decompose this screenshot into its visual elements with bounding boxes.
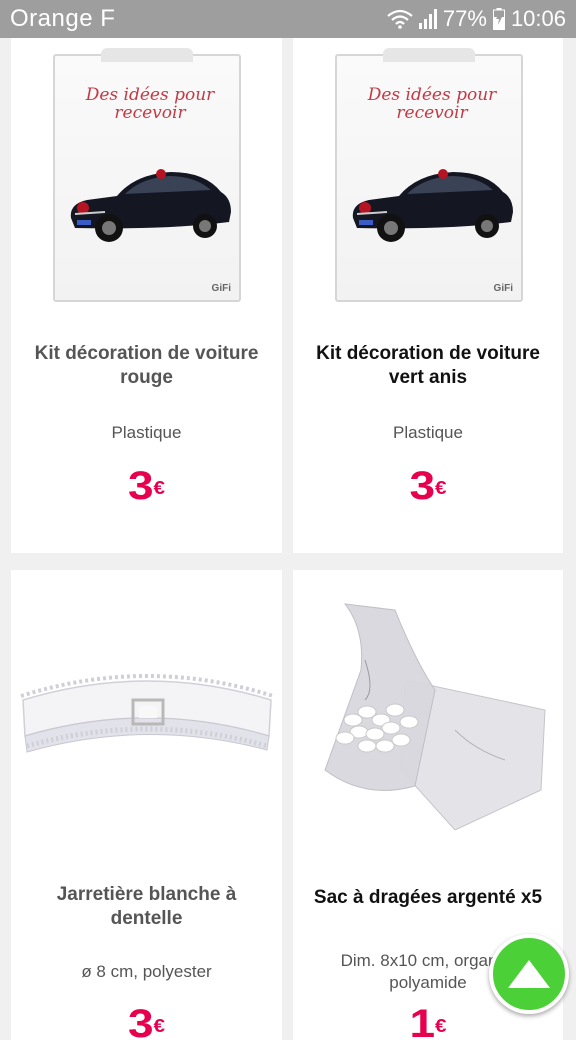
scroll-to-top-button[interactable] bbox=[489, 934, 569, 1014]
product-image: Des idées pour recevoir GiFi bbox=[53, 48, 241, 302]
currency-symbol: € bbox=[153, 478, 166, 498]
brand-logo: GiFi bbox=[493, 283, 513, 294]
status-bar: Orange F 77% 10:06 bbox=[0, 0, 576, 38]
package-logo-text: Des idées pour recevoir bbox=[367, 85, 497, 123]
car-picture bbox=[70, 169, 231, 242]
product-material: Plastique bbox=[111, 423, 182, 442]
currency-symbol: € bbox=[153, 1016, 166, 1036]
product-title[interactable]: Kit décoration de voiture rouge bbox=[21, 342, 272, 390]
brand-logo: GiFi bbox=[211, 283, 231, 294]
status-icons: 77% 10:06 bbox=[387, 6, 566, 32]
battery-charging-icon bbox=[492, 8, 505, 30]
product-material: Plastique bbox=[393, 423, 463, 442]
product-price: 3€ bbox=[127, 1002, 166, 1040]
wifi-icon bbox=[387, 9, 413, 29]
product-card[interactable]: Jarretière blanche à dentelle ø 8 cm, po… bbox=[11, 570, 282, 1040]
product-image bbox=[20, 674, 274, 753]
signal-icon bbox=[418, 9, 437, 29]
product-image bbox=[324, 603, 546, 830]
carrier-name: Orange F bbox=[10, 5, 116, 32]
product-material: ø 8 cm, polyester bbox=[81, 962, 212, 981]
product-card[interactable]: Des idées pour recevoir GiFi Kit décorat… bbox=[11, 38, 282, 553]
product-title[interactable]: Kit décoration de voiture vert anis bbox=[303, 342, 553, 390]
product-title[interactable]: Jarretière blanche à dentelle bbox=[21, 883, 272, 931]
product-title[interactable]: Sac à dragées argenté x5 bbox=[303, 886, 553, 910]
clock: 10:06 bbox=[510, 6, 566, 31]
product-card[interactable]: Des idées pour recevoir GiFi Kit décorat… bbox=[293, 38, 563, 553]
product-price: 3€ bbox=[409, 464, 447, 508]
product-price: 3€ bbox=[127, 464, 166, 508]
package-logo-text: Des idées pour recevoir bbox=[85, 85, 215, 123]
car-picture bbox=[352, 169, 513, 242]
arrow-up-icon bbox=[508, 960, 550, 988]
currency-symbol: € bbox=[435, 1016, 447, 1036]
currency-symbol: € bbox=[435, 478, 447, 498]
battery-percent: 77% bbox=[442, 6, 487, 31]
product-image: Des idées pour recevoir GiFi bbox=[335, 48, 523, 302]
